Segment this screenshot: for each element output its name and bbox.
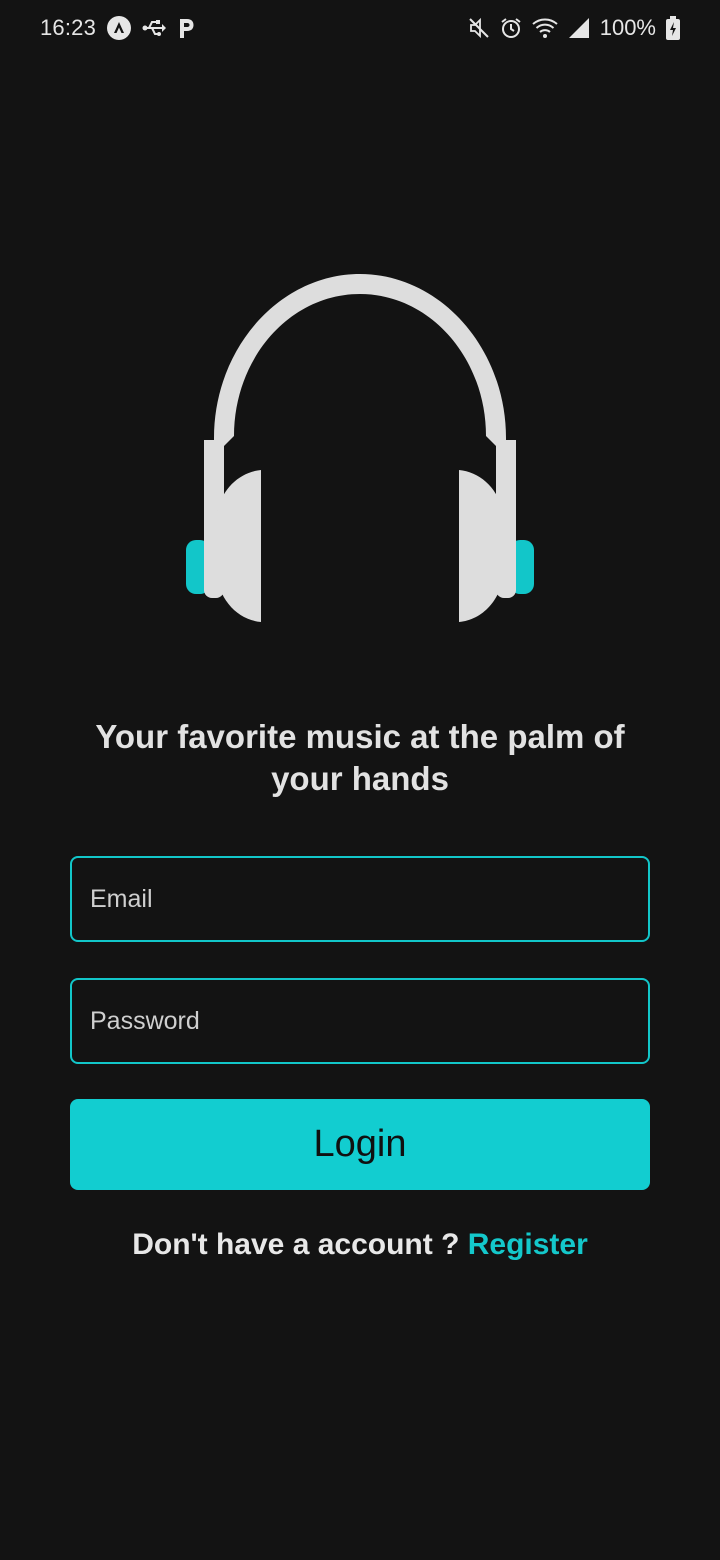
- alarm-icon: [500, 17, 522, 39]
- parking-app-icon: [176, 16, 196, 40]
- status-bar: 16:23 100%: [0, 0, 720, 56]
- status-bar-right: 100%: [468, 15, 680, 41]
- wifi-icon: [532, 17, 558, 39]
- password-input[interactable]: [88, 1005, 632, 1037]
- register-prompt-text: Don't have a account ?: [132, 1228, 468, 1261]
- register-prompt-line: Don't have a account ? Register: [0, 1228, 720, 1262]
- status-time: 16:23: [40, 15, 97, 40]
- register-link[interactable]: Register: [468, 1228, 588, 1261]
- android-auto-icon: [106, 15, 132, 41]
- password-field[interactable]: [70, 978, 650, 1064]
- battery-percentage: 100%: [599, 15, 656, 40]
- battery-charging-icon: [666, 16, 680, 40]
- mute-icon: [468, 17, 490, 39]
- headphones-logo: [180, 270, 540, 630]
- tagline: Your favorite music at the palm of your …: [95, 718, 625, 797]
- status-bar-left: 16:23: [40, 15, 196, 41]
- login-button[interactable]: Login: [70, 1099, 650, 1190]
- headphones-icon: [186, 274, 534, 622]
- email-field[interactable]: [70, 856, 650, 942]
- login-screen: 16:23 100% Your favorite music at the pa…: [0, 0, 720, 1560]
- signal-icon: [568, 17, 590, 39]
- usb-icon: [142, 18, 167, 38]
- email-input[interactable]: [88, 883, 632, 915]
